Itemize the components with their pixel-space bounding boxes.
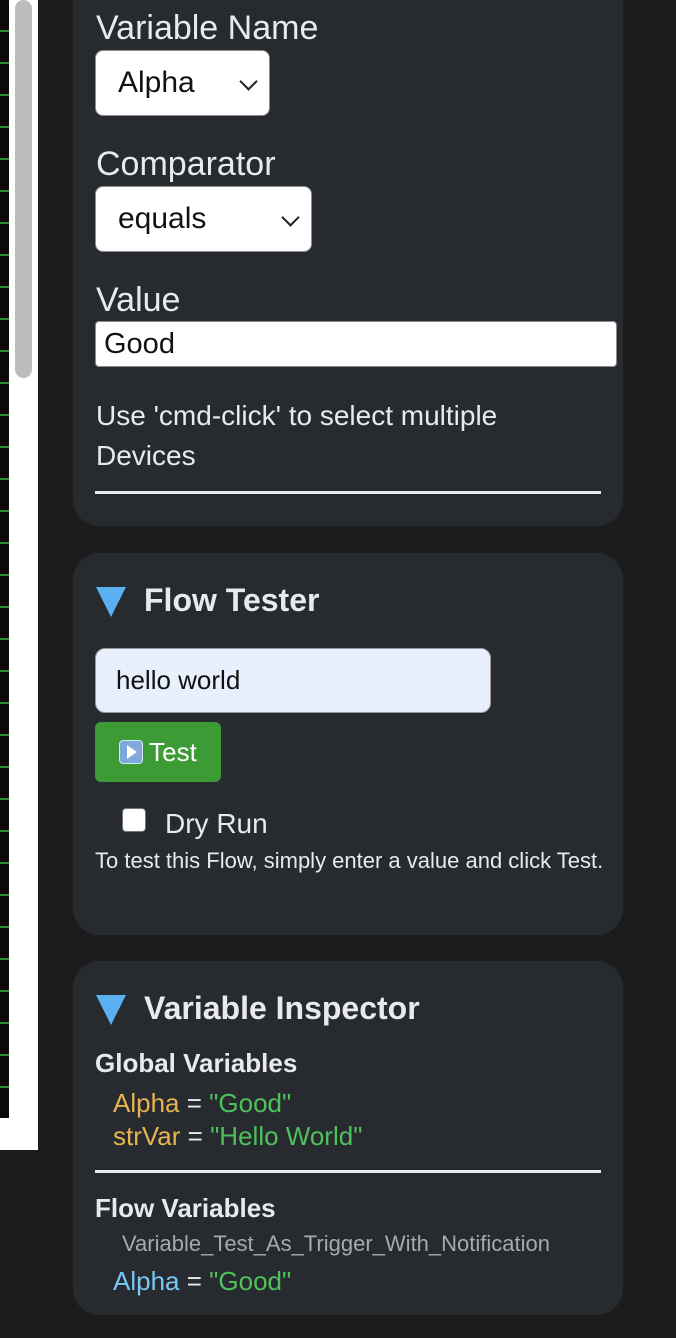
global-variables-title: Global Variables bbox=[95, 1048, 298, 1078]
flow-tester-help: To test this Flow, simply enter a value … bbox=[95, 848, 604, 873]
variable-value: "Good" bbox=[209, 1266, 292, 1296]
play-icon bbox=[119, 740, 144, 764]
condition-panel: Variable Name Alpha Comparator equals Va… bbox=[73, 0, 623, 526]
variable-inspector-panel: Variable Inspector Global Variables Alph… bbox=[73, 961, 623, 1315]
chevron-down-icon bbox=[239, 72, 258, 91]
variable-name: strVar bbox=[113, 1121, 181, 1151]
variable-inspector-title: Variable Inspector bbox=[144, 990, 420, 1026]
variable-name-selected: Alpha bbox=[118, 66, 195, 99]
variable-inspector-header[interactable]: Variable Inspector bbox=[96, 990, 420, 1027]
equals-sign: = bbox=[187, 1121, 203, 1151]
flow-test-input[interactable] bbox=[95, 648, 491, 713]
divider bbox=[95, 491, 601, 494]
scrollbar-thumb[interactable] bbox=[15, 0, 32, 378]
flow-canvas-edge[interactable] bbox=[0, 0, 9, 1118]
value-label: Value bbox=[96, 281, 181, 319]
variable-name-select[interactable]: Alpha bbox=[95, 50, 270, 116]
variable-name: Alpha bbox=[113, 1266, 180, 1296]
dry-run-label[interactable]: Dry Run bbox=[165, 808, 268, 840]
triangle-down-icon[interactable] bbox=[96, 586, 126, 617]
canvas-strip bbox=[0, 0, 38, 1150]
triangle-down-icon[interactable] bbox=[96, 994, 126, 1025]
flow-tester-title: Flow Tester bbox=[144, 582, 320, 618]
comparator-select[interactable]: equals bbox=[95, 186, 312, 252]
equals-sign: = bbox=[186, 1088, 202, 1118]
comparator-selected: equals bbox=[118, 202, 207, 235]
variable-name-label: Variable Name bbox=[96, 9, 319, 47]
value-input[interactable] bbox=[95, 321, 617, 367]
dry-run-checkbox[interactable] bbox=[122, 808, 146, 832]
flow-name: Variable_Test_As_Trigger_With_Notificati… bbox=[122, 1231, 550, 1256]
multi-select-hint: Use 'cmd-click' to select multiple Devic… bbox=[96, 400, 498, 471]
chevron-down-icon bbox=[281, 208, 300, 227]
flow-variable-row: Alpha = "Good" bbox=[113, 1266, 291, 1297]
global-variable-row: Alpha = "Good" bbox=[113, 1088, 291, 1119]
divider bbox=[95, 1170, 601, 1173]
flow-tester-panel: Flow Tester Test Dry Run To test this Fl… bbox=[73, 553, 623, 935]
flow-variables-title: Flow Variables bbox=[95, 1193, 276, 1223]
page: Variable Name Alpha Comparator equals Va… bbox=[0, 0, 676, 1338]
flow-tester-header[interactable]: Flow Tester bbox=[96, 582, 319, 619]
variable-value: "Good" bbox=[209, 1088, 292, 1118]
equals-sign: = bbox=[186, 1266, 202, 1296]
comparator-label: Comparator bbox=[96, 145, 276, 183]
variable-value: "Hello World" bbox=[210, 1121, 363, 1151]
global-variable-row: strVar = "Hello World" bbox=[113, 1121, 362, 1152]
test-button[interactable]: Test bbox=[95, 722, 221, 782]
test-button-label: Test bbox=[149, 736, 197, 767]
variable-name: Alpha bbox=[113, 1088, 180, 1118]
